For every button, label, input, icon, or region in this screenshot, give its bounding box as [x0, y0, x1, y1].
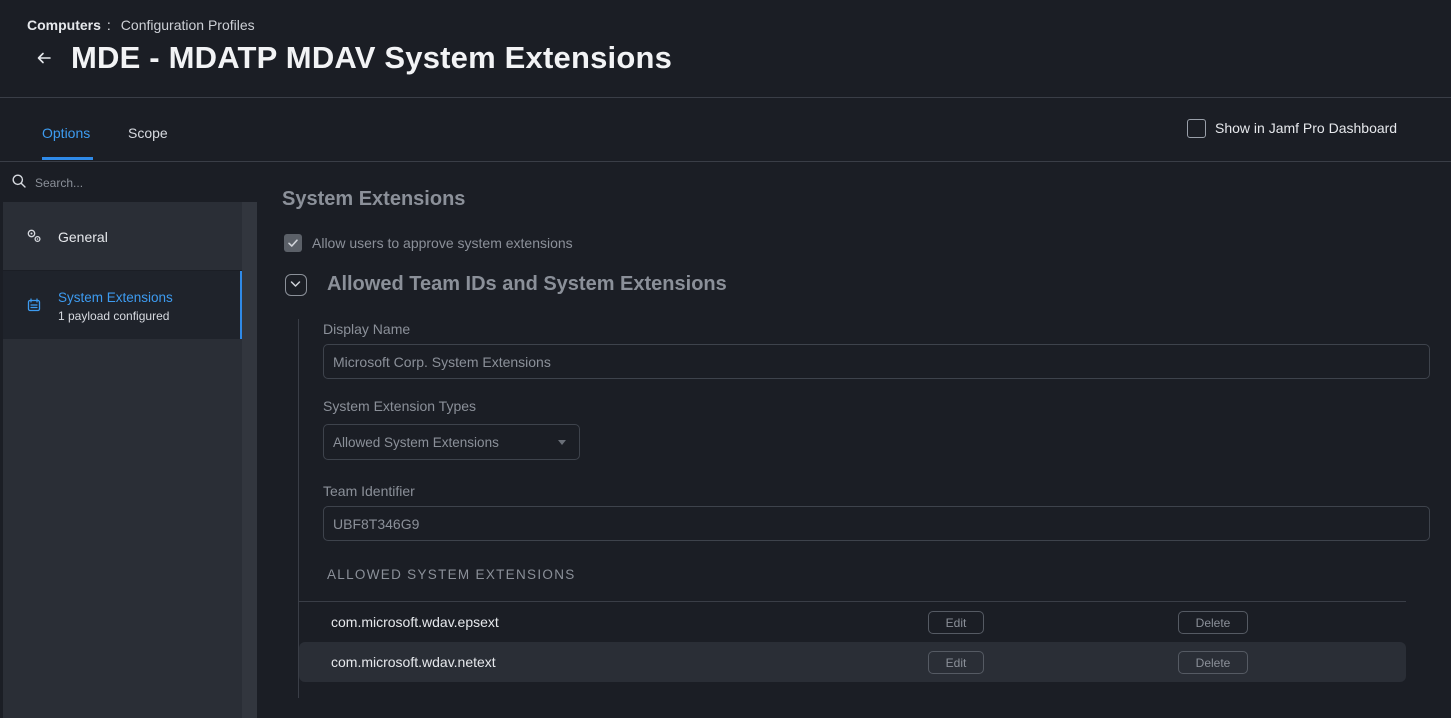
table-row: com.microsoft.wdav.epsext Edit Delete	[299, 602, 1406, 642]
extension-icon	[27, 298, 41, 312]
payload-sidebar: General System Extensions 1 payload conf…	[3, 162, 257, 718]
sidebar-empty-area	[3, 340, 242, 718]
page-title: MDE - MDATP MDAV System Extensions	[71, 40, 673, 75]
sidebar-item-label: General	[58, 229, 108, 245]
breadcrumb-separator: :	[106, 17, 111, 33]
search-input[interactable]	[33, 172, 247, 194]
caret-down-icon	[558, 440, 566, 445]
delete-button[interactable]: Delete	[1178, 651, 1248, 674]
group-title: Allowed Team IDs and System Extensions	[327, 273, 727, 295]
extension-types-label: System Extension Types	[323, 398, 477, 414]
sidebar-item-label: System Extensions	[58, 290, 173, 305]
edit-button[interactable]: Edit	[928, 651, 984, 674]
section-title: System Extensions	[282, 188, 466, 210]
approve-extensions-label[interactable]: Allow users to approve system extensions	[312, 235, 573, 251]
search-icon	[12, 174, 26, 188]
sidebar-item-general[interactable]: General	[3, 202, 242, 271]
extensions-header: ALLOWED SYSTEM EXTENSIONS	[327, 567, 576, 582]
display-name-input[interactable]	[323, 344, 1430, 379]
extension-name: com.microsoft.wdav.netext	[331, 654, 496, 670]
payload-count: 1 payload configured	[58, 309, 170, 323]
back-arrow-icon[interactable]	[36, 50, 56, 70]
team-identifier-label: Team Identifier	[323, 483, 415, 499]
sidebar-scrollbar[interactable]	[242, 202, 257, 718]
group-rail	[298, 319, 299, 698]
breadcrumb: Computers : Configuration Profiles	[27, 17, 255, 33]
extension-name: com.microsoft.wdav.epsext	[331, 614, 499, 630]
extension-types-select[interactable]: Allowed System Extensions	[323, 424, 580, 460]
delete-button[interactable]: Delete	[1178, 611, 1248, 634]
tab-options[interactable]: Options	[42, 125, 90, 141]
edit-button[interactable]: Edit	[928, 611, 984, 634]
active-tab-indicator	[42, 157, 93, 160]
breadcrumb-root[interactable]: Computers	[27, 17, 101, 33]
page-header: Computers : Configuration Profiles MDE -…	[0, 0, 1451, 98]
select-value: Allowed System Extensions	[333, 435, 499, 450]
tab-scope[interactable]: Scope	[128, 125, 168, 141]
sidebar-search	[3, 162, 257, 203]
chevron-down-icon	[290, 281, 301, 287]
sidebar-item-system-extensions[interactable]: System Extensions 1 payload configured	[3, 271, 242, 339]
table-row: com.microsoft.wdav.netext Edit Delete	[299, 642, 1406, 682]
checkmark-icon	[288, 239, 298, 247]
gears-icon	[27, 229, 41, 243]
collapse-group-button[interactable]	[285, 274, 307, 296]
approve-extensions-checkbox[interactable]	[284, 234, 302, 252]
payload-list: General System Extensions 1 payload conf…	[3, 202, 242, 718]
breadcrumb-current[interactable]: Configuration Profiles	[121, 17, 255, 33]
payload-editor: System Extensions Allow users to approve…	[258, 162, 1451, 718]
dashboard-checkbox-label[interactable]: Show in Jamf Pro Dashboard	[1215, 120, 1397, 136]
display-name-label: Display Name	[323, 321, 411, 337]
team-identifier-input[interactable]	[323, 506, 1430, 541]
tab-bar: Options Scope Show in Jamf Pro Dashboard	[0, 98, 1451, 162]
dashboard-checkbox[interactable]	[1187, 119, 1206, 138]
